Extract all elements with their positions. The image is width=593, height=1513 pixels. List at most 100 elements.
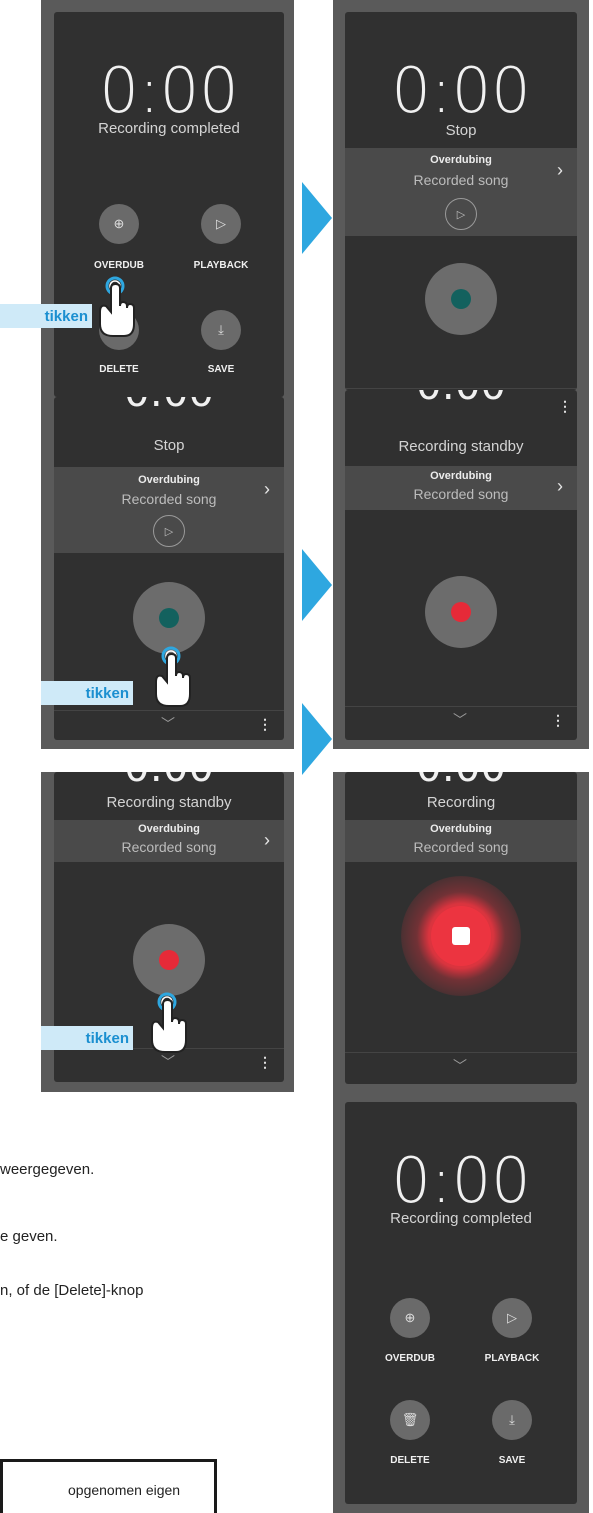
trash-icon: 🗑 bbox=[401, 1412, 419, 1427]
record-button[interactable] bbox=[425, 576, 497, 648]
time-display-cropped: 0:00 bbox=[54, 397, 284, 413]
record-dot bbox=[159, 950, 179, 970]
save-button[interactable]: ⤓ bbox=[492, 1400, 532, 1440]
status-text: Recording standby bbox=[398, 438, 524, 455]
kebab-menu-icon[interactable]: ⋮ bbox=[258, 1054, 272, 1071]
time-display: 0:00 bbox=[391, 54, 531, 127]
play-icon: ▷ bbox=[456, 208, 466, 221]
chevron-right-icon[interactable]: › bbox=[557, 160, 563, 181]
time-display-cropped: 0:00 bbox=[345, 390, 577, 406]
song-label: Overdubing bbox=[430, 154, 492, 166]
play-icon: ▷ bbox=[216, 216, 226, 231]
save-label: SAVE bbox=[498, 1455, 526, 1466]
record-dot bbox=[159, 608, 179, 628]
status-text: Recording standby bbox=[106, 794, 232, 811]
overdub-icon: ⊕ bbox=[113, 216, 125, 231]
overdub-icon: ⊕ bbox=[404, 1310, 416, 1325]
record-button[interactable] bbox=[133, 582, 205, 654]
song-name: Recorded song bbox=[413, 172, 509, 188]
play-button[interactable]: ▷ bbox=[445, 198, 477, 230]
doc-text-line: n, of de [Delete]-knop bbox=[0, 1282, 144, 1299]
time-display: 0:00 bbox=[391, 1144, 531, 1217]
kebab-menu-icon[interactable]: ⋮ bbox=[551, 712, 565, 729]
time-display: 0:00 bbox=[99, 54, 239, 127]
delete-label: DELETE bbox=[99, 364, 139, 375]
song-row[interactable]: Overdubing Recorded song › bbox=[54, 820, 284, 862]
hand-tap-icon bbox=[151, 992, 187, 1053]
screenshot-recording-completed: 0:00 Recording completed ⊕ OVERDUB ▷ PLA… bbox=[333, 1092, 589, 1513]
hand-tap-icon bbox=[99, 276, 135, 337]
recorder-panel: 0:00 Stop Overdubing Recorded song › ▷ bbox=[345, 12, 577, 390]
stop-icon bbox=[452, 927, 470, 945]
flow-arrow-right bbox=[302, 182, 332, 254]
note-box: opgenomen eigen bbox=[0, 1459, 217, 1513]
chevron-down-icon[interactable]: ﹀ bbox=[453, 710, 467, 730]
status-text: Recording completed bbox=[390, 1210, 532, 1227]
song-row[interactable]: Overdubing Recorded song bbox=[345, 820, 577, 862]
status-text: Stop bbox=[445, 122, 477, 139]
screenshot-overdub-stop: 0:00 Stop Overdubing Recorded song › ▷ bbox=[333, 0, 589, 390]
screenshot-overdub-tap: 0:00 Recording completed ⊕ OVERDUB ▷ PLA… bbox=[41, 0, 294, 749]
result-panel: 0:00 Recording completed ⊕ OVERDUB ▷ PLA… bbox=[345, 1102, 577, 1504]
song-label: Overdubing bbox=[430, 823, 492, 835]
kebab-menu-icon[interactable]: ⋮ bbox=[258, 716, 272, 733]
play-button[interactable]: ▷ bbox=[153, 515, 185, 547]
time-display-cropped: 0:00 bbox=[54, 772, 284, 788]
record-button[interactable] bbox=[133, 924, 205, 996]
save-label: SAVE bbox=[207, 364, 235, 375]
play-icon: ▷ bbox=[507, 1310, 517, 1325]
playback-button[interactable]: ▷ bbox=[201, 204, 241, 244]
song-row[interactable]: Overdubing Recorded song › ▷ bbox=[345, 148, 577, 236]
tap-label-2: tikken bbox=[41, 681, 133, 705]
chevron-right-icon[interactable]: › bbox=[264, 479, 270, 500]
recorder-panel: 0:00 Recording Overdubing Recorded song … bbox=[345, 772, 577, 1084]
overdub-button[interactable]: ⊕ bbox=[99, 204, 139, 244]
tap-label: tikken bbox=[41, 1026, 133, 1050]
song-name: Recorded song bbox=[413, 839, 509, 855]
overdub-label: OVERDUB bbox=[384, 1353, 435, 1364]
overdub-button[interactable]: ⊕ bbox=[390, 1298, 430, 1338]
status-text: Stop bbox=[153, 437, 185, 454]
play-icon: ▷ bbox=[164, 525, 174, 538]
kebab-menu-icon[interactable]: ⋮ bbox=[558, 398, 572, 415]
delete-button[interactable]: 🗑 bbox=[390, 1400, 430, 1440]
record-button[interactable] bbox=[425, 263, 497, 335]
record-dot bbox=[451, 602, 471, 622]
song-row[interactable]: Overdubing Recorded song › bbox=[345, 466, 577, 510]
recorder-panel: 0:00 Recording standby Overdubing Record… bbox=[345, 390, 577, 740]
status-text: Recording completed bbox=[98, 120, 240, 137]
bottom-bar: ﹀ bbox=[345, 1052, 577, 1082]
bottom-bar: ﹀ ⋮ bbox=[54, 710, 284, 740]
delete-label: DELETE bbox=[390, 1455, 430, 1466]
playback-button[interactable]: ▷ bbox=[492, 1298, 532, 1338]
overdub-label: OVERDUB bbox=[93, 260, 144, 271]
chevron-right-icon[interactable]: › bbox=[557, 476, 563, 497]
record-dot bbox=[451, 289, 471, 309]
tap-label: tikken bbox=[0, 304, 92, 328]
bottom-bar: ﹀ ⋮ bbox=[345, 706, 577, 736]
song-row[interactable]: Overdubing Recorded song › ▷ bbox=[54, 467, 284, 553]
playback-label: PLAYBACK bbox=[484, 1353, 540, 1364]
status-text: Recording bbox=[426, 794, 496, 811]
time-display-cropped: 0:00 bbox=[345, 772, 577, 788]
chevron-right-icon[interactable]: › bbox=[264, 830, 270, 851]
hand-tap-icon bbox=[155, 646, 191, 707]
download-icon: ⤓ bbox=[218, 322, 224, 337]
screenshot-recording: 0:00 Recording Overdubing Recorded song … bbox=[333, 772, 589, 1092]
download-icon: ⤓ bbox=[509, 1412, 515, 1427]
song-name: Recorded song bbox=[121, 839, 217, 855]
doc-text-line: e geven. bbox=[0, 1228, 58, 1245]
doc-text-line: weergegeven. bbox=[0, 1161, 95, 1178]
note-box-text: opgenomen eigen bbox=[68, 1482, 181, 1498]
playback-label: PLAYBACK bbox=[193, 260, 249, 271]
screenshot-recording-standby: 0:00 Recording standby Overdubing Record… bbox=[333, 390, 589, 749]
song-label: Overdubing bbox=[138, 823, 200, 835]
stop-button[interactable] bbox=[431, 906, 491, 966]
song-name: Recorded song bbox=[121, 491, 217, 507]
flow-arrow-right bbox=[302, 703, 332, 775]
save-button[interactable]: ⤓ bbox=[201, 310, 241, 350]
chevron-down-icon[interactable]: ﹀ bbox=[161, 714, 175, 734]
flow-arrow-right bbox=[302, 549, 332, 621]
chevron-down-icon[interactable]: ﹀ bbox=[453, 1056, 467, 1076]
song-name: Recorded song bbox=[413, 486, 509, 502]
